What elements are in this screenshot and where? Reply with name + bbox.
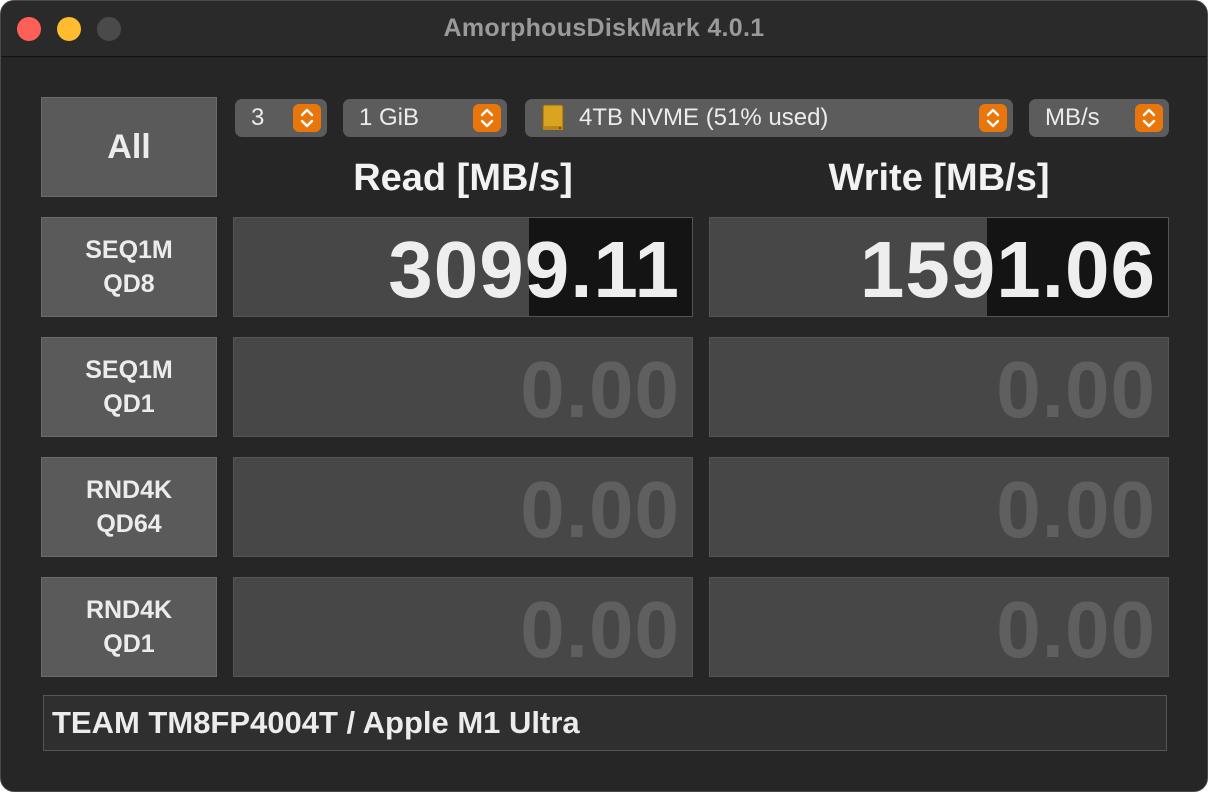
read-result-seq1m-qd8: 3099.11 bbox=[233, 217, 693, 317]
write-header: Write [MB/s] bbox=[828, 157, 1050, 199]
chevron-updown-icon bbox=[1135, 104, 1163, 132]
drive-value: 4TB NVME (51% used) bbox=[579, 104, 829, 131]
test-size-select[interactable]: 1 GiB bbox=[343, 99, 507, 137]
write-result-seq1m-qd8: 1591.06 bbox=[709, 217, 1169, 317]
read-value: 3099.11 bbox=[388, 225, 680, 314]
chevron-updown-icon bbox=[293, 104, 321, 132]
unit-value: MB/s bbox=[1045, 104, 1100, 131]
write-result-seq1m-qd1: 0.00 bbox=[709, 337, 1169, 437]
app-window: AmorphousDiskMark 4.0.1 All 3 1 GiB 4TB … bbox=[0, 0, 1208, 792]
write-result-rnd4k-qd64: 0.00 bbox=[709, 457, 1169, 557]
write-value: 0.00 bbox=[996, 465, 1156, 554]
test-name-line1: SEQ1M bbox=[85, 356, 173, 384]
test-name-line1: SEQ1M bbox=[85, 236, 173, 264]
read-result-seq1m-qd1: 0.00 bbox=[233, 337, 693, 437]
chevron-updown-icon bbox=[979, 104, 1007, 132]
write-result-rnd4k-qd1: 0.00 bbox=[709, 577, 1169, 677]
test-name-line1: RND4K bbox=[85, 596, 173, 624]
window-title: AmorphousDiskMark 4.0.1 bbox=[443, 14, 765, 42]
read-value: 0.00 bbox=[520, 585, 680, 674]
test-name-line2: QD8 bbox=[103, 270, 155, 298]
write-value: 0.00 bbox=[996, 585, 1156, 674]
test-name-line1: RND4K bbox=[85, 476, 173, 504]
test-button-rnd4k-qd64[interactable]: RND4K QD64 bbox=[41, 457, 217, 557]
test-button-seq1m-qd8[interactable]: SEQ1M QD8 bbox=[41, 217, 217, 317]
test-button-seq1m-qd1[interactable]: SEQ1M QD1 bbox=[41, 337, 217, 437]
read-result-rnd4k-qd64: 0.00 bbox=[233, 457, 693, 557]
test-name-line2: QD64 bbox=[96, 510, 162, 538]
write-value: 0.00 bbox=[996, 345, 1156, 434]
test-button-rnd4k-qd1[interactable]: RND4K QD1 bbox=[41, 577, 217, 677]
read-result-rnd4k-qd1: 0.00 bbox=[233, 577, 693, 677]
unit-select[interactable]: MB/s bbox=[1029, 99, 1169, 137]
test-count-value: 3 bbox=[251, 104, 265, 131]
test-count-select[interactable]: 3 bbox=[235, 99, 327, 137]
chevron-updown-icon bbox=[473, 104, 501, 132]
title-bar: AmorphousDiskMark 4.0.1 bbox=[1, 1, 1207, 57]
device-info-field[interactable]: TEAM TM8FP4004T / Apple M1 Ultra bbox=[43, 695, 1167, 751]
read-header: Read [MB/s] bbox=[353, 157, 573, 199]
test-name-line2: QD1 bbox=[103, 630, 155, 658]
read-value: 0.00 bbox=[520, 345, 680, 434]
test-name-line2: QD1 bbox=[103, 390, 155, 418]
read-value: 0.00 bbox=[520, 465, 680, 554]
drive-icon bbox=[541, 104, 565, 132]
run-all-button[interactable]: All bbox=[41, 97, 217, 197]
write-value: 1591.06 bbox=[859, 225, 1156, 314]
test-size-value: 1 GiB bbox=[359, 104, 420, 131]
drive-select[interactable]: 4TB NVME (51% used) bbox=[525, 99, 1013, 137]
